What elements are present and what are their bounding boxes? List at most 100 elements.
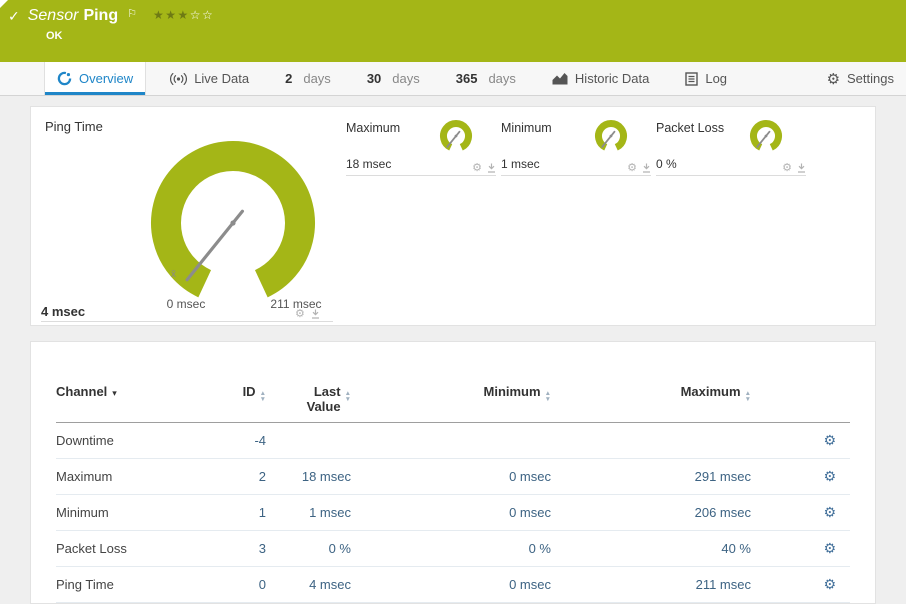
table-row: Ping Time 0 4 msec 0 msec 211 msec ⚙ [56,567,850,603]
channel-actions: ⚙ [751,531,850,567]
ping-time-value: 4 msec [41,304,85,319]
mini-gauge-packet-loss: Packet Loss 0 % ⚙ [656,117,806,181]
mini-gauge-actions: ⚙ [782,161,806,174]
channel-name: Maximum [56,459,196,495]
mini-gauge-value: 1 msec [501,157,540,171]
gauge-needle-hub [230,220,235,225]
channel-name: Packet Loss [56,531,196,567]
channel-settings-icon[interactable]: ⚙ [823,540,836,556]
priority-stars[interactable]: ★★★☆☆ [153,8,214,22]
column-header-maximum[interactable]: Maximum▲▼ [551,382,751,423]
sort-icon[interactable]: ▲▼ [545,391,551,402]
tab-30-days-unit: days [392,71,419,86]
chevron-down-icon[interactable]: ▾ [112,388,117,398]
mini-gauge-value: 18 msec [346,157,391,171]
tab-overview-label: Overview [79,71,133,86]
channel-settings-icon[interactable]: ⚙ [823,504,836,520]
table-row: Downtime -4 ⚙ [56,423,850,459]
column-header-id-label: ID [243,384,256,399]
tab-log-label: Log [705,71,727,86]
flag-icon[interactable]: ⚐ [127,7,137,20]
tab-log[interactable]: Log [673,62,739,95]
channel-last-value: 1 msec [266,495,351,531]
tab-2-days-number: 2 [285,71,292,86]
gauge-settings-icon[interactable]: ⚙ [782,161,792,174]
status-badge: OK [46,30,896,42]
channel-table: Channel▾ ID▲▼ Last Value▲▼ Minimum▲▼ Max [56,382,850,603]
channel-name: Downtime [56,423,196,459]
channel-id: 0 [196,567,266,603]
tab-historic-data-label: Historic Data [575,71,649,86]
tab-settings-label: Settings [847,71,894,86]
prtg-sensor-page: ✓ Sensor Ping ⚐ ★★★☆☆ OK Overview Live D… [0,0,906,604]
channel-actions: ⚙ [751,423,850,459]
sort-icon[interactable]: ▲▼ [745,391,751,402]
channel-last-value [266,423,351,459]
tab-overview[interactable]: Overview [44,62,146,95]
channel-settings-icon[interactable]: ⚙ [823,432,836,448]
gauge-actions: ⚙ [295,307,320,320]
corner-fold [0,0,8,8]
status-ok-check-icon: ✓ [8,8,20,25]
column-header-last-value-label: Last Value [297,384,341,414]
tab-30-days-number: 30 [367,71,381,86]
channel-actions: ⚙ [751,495,850,531]
stars-filled[interactable]: ★★★ [153,8,190,22]
channel-last-value: 4 msec [266,567,351,603]
tab-live-data-label: Live Data [194,71,249,86]
gauge-settings-icon[interactable]: ⚙ [295,307,305,320]
channel-last-value: 0 % [266,531,351,567]
sort-icon[interactable]: ▲▼ [345,391,351,402]
tab-30-days[interactable]: 30 days [355,62,432,95]
tab-settings[interactable]: ⚙ Settings [815,62,906,95]
column-header-minimum[interactable]: Minimum ▲▼ [351,382,551,423]
channel-actions: ⚙ [751,459,850,495]
ping-time-gauge [113,119,353,301]
log-icon [685,72,698,86]
mini-gauge-value: 0 % [656,157,677,171]
channel-minimum [351,423,551,459]
channel-name: Minimum [56,495,196,531]
pin-icon[interactable] [797,163,806,173]
table-row: Packet Loss 3 0 % 0 % 40 % ⚙ [56,531,850,567]
minimum-gauge [587,117,635,153]
channel-maximum: 291 msec [551,459,751,495]
sensor-type-label: Sensor [28,7,79,25]
gauge-panel-title: Ping Time [45,119,103,134]
channel-minimum: 0 msec [351,495,551,531]
gauge-arc [166,156,300,284]
gauge-settings-icon[interactable]: ⚙ [627,161,637,174]
column-header-minimum-label: Minimum [484,384,541,399]
table-header-row: Channel▾ ID▲▼ Last Value▲▼ Minimum▲▼ Max [56,382,850,423]
channel-settings-icon[interactable]: ⚙ [823,468,836,484]
mini-gauge-maximum: Maximum 18 msec ⚙ [346,117,496,181]
column-header-id[interactable]: ID ▲▼ [196,382,266,423]
channel-maximum [551,423,751,459]
tab-2-days[interactable]: 2 days [273,62,343,95]
sort-icon[interactable]: ▲▼ [260,391,266,402]
column-header-last-value[interactable]: Last Value ▲▼ [266,382,351,423]
tab-365-days[interactable]: 365 days [444,62,528,95]
sensor-header: ✓ Sensor Ping ⚐ ★★★☆☆ OK [0,0,906,62]
tab-bar: Overview Live Data 2 days 30 days 365 da… [0,62,906,96]
channel-table-panel: Channel▾ ID▲▼ Last Value▲▼ Minimum▲▼ Max [30,341,876,604]
pin-icon[interactable] [311,309,320,319]
tab-365-days-unit: days [488,71,515,86]
pin-icon[interactable] [487,163,496,173]
stars-empty[interactable]: ☆☆ [190,8,215,22]
tab-historic-data[interactable]: Historic Data [540,62,661,95]
gauge-settings-icon[interactable]: ⚙ [472,161,482,174]
tab-live-data[interactable]: Live Data [158,62,261,95]
channel-name: Ping Time [56,567,196,603]
historic-data-icon [552,72,568,85]
mini-gauge-divider [501,175,651,176]
channel-maximum: 206 msec [551,495,751,531]
channel-maximum: 40 % [551,531,751,567]
mini-gauge-divider [346,175,496,176]
column-header-channel[interactable]: Channel▾ [56,382,196,423]
channel-minimum: 0 msec [351,567,551,603]
overview-icon [57,71,72,86]
table-row: Maximum 2 18 msec 0 msec 291 msec ⚙ [56,459,850,495]
channel-settings-icon[interactable]: ⚙ [823,576,836,592]
pin-icon[interactable] [642,163,651,173]
